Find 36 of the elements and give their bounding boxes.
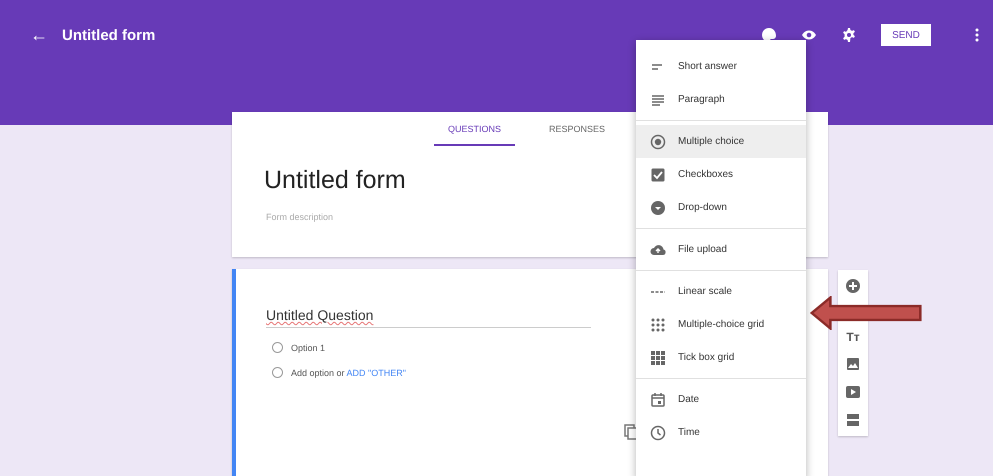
- time-icon: [650, 424, 666, 440]
- tickgrid-icon: [650, 350, 666, 366]
- date-icon: [650, 392, 666, 408]
- menu-item[interactable]: Tick box grid: [636, 341, 806, 374]
- back-arrow-icon[interactable]: ←: [30, 24, 48, 46]
- add-other-link[interactable]: ADD "OTHER": [346, 368, 406, 378]
- menu-item[interactable]: Checkboxes: [636, 158, 806, 191]
- menu-item[interactable]: Paragraph: [636, 83, 806, 116]
- option-label[interactable]: Option 1: [291, 342, 326, 352]
- add-option-text[interactable]: Add option or ADD "OTHER": [291, 368, 406, 378]
- add-icon[interactable]: [845, 278, 861, 294]
- text-tool-icon[interactable]: Tт: [846, 330, 860, 344]
- settings-icon[interactable]: [841, 27, 857, 43]
- more-icon[interactable]: [975, 27, 979, 43]
- menu-item[interactable]: Date: [636, 383, 806, 416]
- menu-item[interactable]: Linear scale: [636, 275, 806, 308]
- linear-icon: [650, 290, 666, 294]
- menu-item[interactable]: Multiple choice: [636, 125, 806, 158]
- menu-item[interactable]: File upload: [636, 233, 806, 266]
- radio-button[interactable]: [272, 367, 283, 378]
- image-icon[interactable]: [845, 356, 861, 372]
- menu-item[interactable]: Multiple-choice grid: [636, 308, 806, 341]
- video-icon[interactable]: [845, 384, 861, 400]
- section-icon[interactable]: [845, 412, 861, 428]
- menu-item[interactable]: Short answer: [636, 50, 806, 83]
- menu-item[interactable]: Drop-down: [636, 191, 806, 224]
- radio-button[interactable]: [272, 342, 283, 353]
- check-icon: [650, 166, 666, 182]
- drop-icon: [650, 200, 666, 216]
- form-title: Untitled form: [62, 26, 156, 44]
- radio-icon: [650, 134, 666, 150]
- question-title-field[interactable]: Untitled Question: [266, 307, 591, 328]
- send-button[interactable]: SEND: [881, 24, 931, 46]
- tab[interactable]: QUESTIONS: [434, 112, 516, 146]
- menu-item[interactable]: Time: [636, 416, 806, 449]
- tab[interactable]: RESPONSES: [535, 112, 620, 146]
